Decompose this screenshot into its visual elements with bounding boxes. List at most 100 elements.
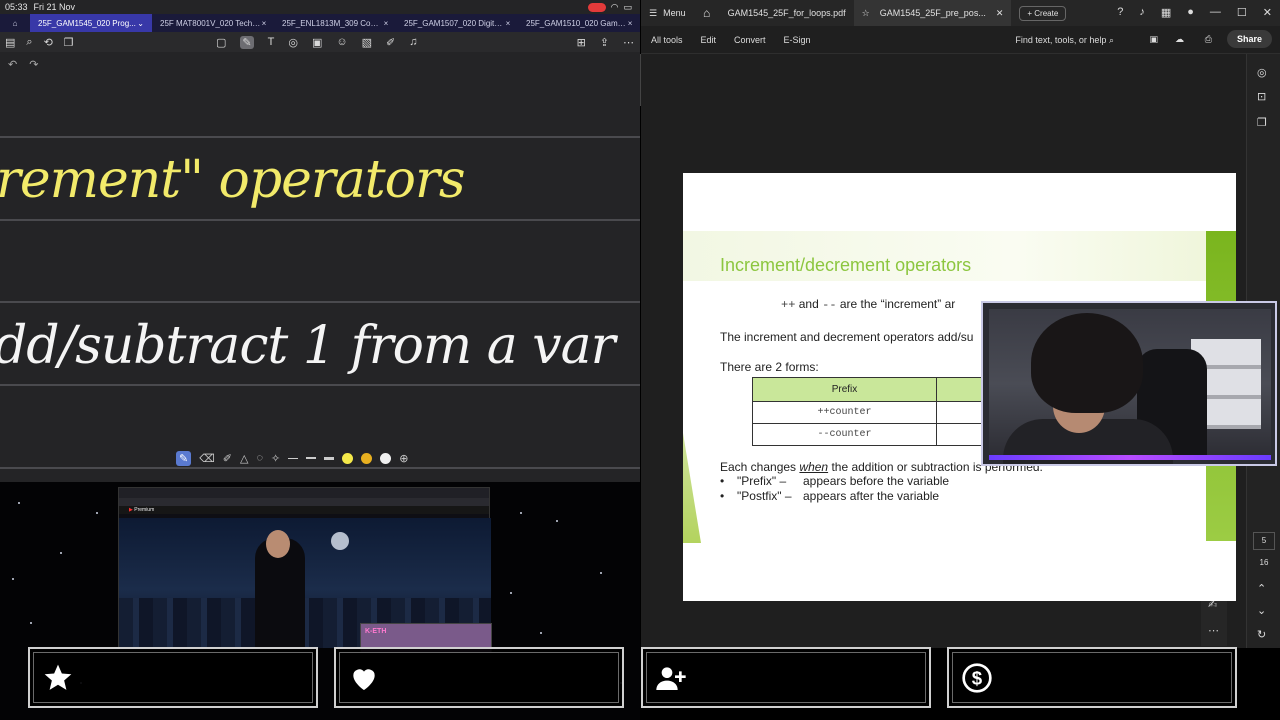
status-bar: 05:33 Fri 21 Nov ◠ ▭ <box>0 0 640 14</box>
create-button[interactable]: + Create <box>1019 5 1067 21</box>
page-up-icon[interactable]: ⌃ <box>1257 582 1266 595</box>
highlighter-icon[interactable]: ✐ <box>223 452 232 465</box>
tab-enl1813m[interactable]: 25F_ENL1813M_309 Comm... × <box>274 14 396 32</box>
document-icon[interactable]: ▢ <box>216 36 226 49</box>
menu-edit[interactable]: Edit <box>701 35 717 45</box>
youtube-header: ▶ Premium <box>119 506 489 514</box>
stroke-thin[interactable] <box>288 457 299 459</box>
menu-button[interactable]: ☰ Menu <box>641 8 694 19</box>
home-icon[interactable]: ⌂ <box>694 6 720 20</box>
tab-gam1545[interactable]: 25F_GAM1545_020 Prog... ⌄ <box>30 14 152 32</box>
text-tool-icon[interactable]: T <box>268 36 275 49</box>
color-white-swatch[interactable] <box>380 452 392 464</box>
battery-icon: ▭ <box>623 2 632 12</box>
tab-mat8001v[interactable]: 25F MAT8001V_020 Tech M... × <box>152 14 274 32</box>
webcam-feed <box>989 309 1271 464</box>
print-icon[interactable]: ⎙ <box>1205 34 1212 45</box>
image-icon[interactable]: ▣ <box>312 36 322 49</box>
share-icon[interactable]: ⇪ <box>600 36 609 49</box>
close-icon[interactable]: × <box>628 19 632 28</box>
search-icon: ⌕ <box>1108 35 1114 45</box>
star-icon <box>40 662 76 696</box>
refresh-icon[interactable]: ↻ <box>1257 628 1266 641</box>
webcam-overlay <box>981 301 1277 466</box>
table-header-prefix: Prefix <box>752 377 937 402</box>
undo-icon[interactable]: ↶ <box>8 58 17 71</box>
browser-address-bar[interactable] <box>119 498 489 506</box>
color-gold-swatch[interactable] <box>361 452 373 464</box>
slide-subtitle: ++ and -- are the “increment” ar <box>781 297 956 312</box>
minimize-icon[interactable]: — <box>1210 6 1221 19</box>
desktop: 05:33 Fri 21 Nov ◠ ▭ ⌂ 25F_GAM1545_020 P… <box>0 0 1280 720</box>
close-icon[interactable]: ✕ <box>996 8 1004 19</box>
home-icon[interactable]: ⌂ <box>0 19 30 28</box>
highlighter-icon[interactable]: ✐ <box>386 36 395 49</box>
audio-icon[interactable]: ♫ <box>409 36 417 49</box>
page-down-icon[interactable]: ⌄ <box>1257 604 1266 617</box>
stroke-thick[interactable] <box>324 456 335 460</box>
comment-icon[interactable]: ◎ <box>1257 66 1267 79</box>
shape-pen-icon[interactable]: △ <box>240 452 248 465</box>
more-tools-icon[interactable]: ⋯ <box>1208 624 1219 637</box>
help-icon[interactable]: ? <box>1117 6 1123 19</box>
youtube-logo-icon[interactable]: ▶ <box>129 507 133 513</box>
apps-grid-icon[interactable]: ▦ <box>1161 6 1171 19</box>
laser-icon[interactable]: ✧ <box>271 452 280 465</box>
bookmark-panel-icon[interactable]: ⊡ <box>1257 90 1266 103</box>
slide-paragraph-1: The increment and decrement operators ad… <box>720 330 974 344</box>
pen-tool-icon[interactable]: ✎ <box>240 35 254 49</box>
acrobat-menubar: All tools Edit Convert E-Sign Find text,… <box>641 26 1280 54</box>
user-plus-icon <box>653 662 689 696</box>
sticker-icon[interactable]: ☺ <box>336 36 347 49</box>
lasso-icon[interactable]: ◌ <box>256 452 263 464</box>
maximize-icon[interactable]: ☐ <box>1237 6 1247 19</box>
ruled-line <box>0 384 640 386</box>
shapes-icon[interactable]: ◎ <box>288 36 298 49</box>
cloud-upload-icon[interactable]: ☁ <box>1175 34 1184 45</box>
status-time: 05:33 <box>5 2 28 12</box>
redo-icon[interactable]: ↷ <box>29 58 38 71</box>
tab-for-loops[interactable]: GAM1545_25F_for_loops.pdf <box>720 0 854 26</box>
bookmark-icon[interactable]: ⟲ <box>44 36 53 49</box>
bell-icon[interactable]: ♪ <box>1139 6 1145 19</box>
copy-icon[interactable]: ❐ <box>64 36 74 49</box>
list-item: • "Postfix" – appears after the variable <box>720 489 940 503</box>
share-button[interactable]: Share <box>1226 30 1272 48</box>
tab-gam1510[interactable]: 25F_GAM1510_020 Game D... × <box>518 14 640 32</box>
close-window-icon[interactable]: ✕ <box>1263 6 1272 19</box>
color-yellow-swatch[interactable] <box>342 452 354 464</box>
more-icon[interactable]: ⋯ <box>623 36 634 49</box>
menu-all-tools[interactable]: All tools <box>651 35 683 45</box>
browser-tabbar <box>119 488 489 498</box>
search-icon[interactable]: ⌕ <box>26 36 32 49</box>
tab-pre-post[interactable]: ☆ GAM1545_25F_pre_pos... ✕ <box>853 0 1012 26</box>
close-icon[interactable]: × <box>262 19 266 28</box>
avatar[interactable]: ● <box>1187 6 1194 19</box>
eraser-icon[interactable]: ⌫ <box>199 452 215 465</box>
pen-icon[interactable]: ✎ <box>176 450 192 466</box>
sidebar-icon[interactable]: ▤ <box>5 36 15 49</box>
list-item: • "Prefix" – appears before the variable <box>720 474 950 488</box>
overlay-box-follow <box>28 647 318 708</box>
bullet-icon: • <box>720 489 725 503</box>
save-icon[interactable]: ▣ <box>1149 34 1158 45</box>
chevron-down-icon[interactable]: ⌄ <box>137 19 144 28</box>
host-head <box>266 530 290 558</box>
hamburger-icon: ☰ <box>649 7 658 18</box>
page-number-input[interactable]: 5 <box>1253 532 1275 550</box>
note-icon[interactable]: ▧ <box>362 36 372 49</box>
find-tools-search[interactable]: Find text, tools, or help ⌕ <box>1015 35 1114 46</box>
add-color-icon[interactable]: ⊕ <box>399 452 408 465</box>
menu-convert[interactable]: Convert <box>734 35 766 45</box>
tab-gam1507[interactable]: 25F_GAM1507_020 Digital I... × <box>396 14 518 32</box>
add-page-icon[interactable]: ⊞ <box>577 36 586 49</box>
close-icon[interactable]: × <box>506 19 510 28</box>
stroke-medium[interactable] <box>306 457 317 459</box>
close-icon[interactable]: × <box>384 19 388 28</box>
webcam-glow-bar <box>989 455 1271 460</box>
menu-esign[interactable]: E-Sign <box>784 35 811 45</box>
youtube-logo-text: Premium <box>134 507 155 513</box>
notes-app: 05:33 Fri 21 Nov ◠ ▭ ⌂ 25F_GAM1545_020 P… <box>0 0 640 482</box>
pages-icon[interactable]: ❐ <box>1257 116 1267 129</box>
star-icon[interactable]: ☆ <box>862 8 870 19</box>
